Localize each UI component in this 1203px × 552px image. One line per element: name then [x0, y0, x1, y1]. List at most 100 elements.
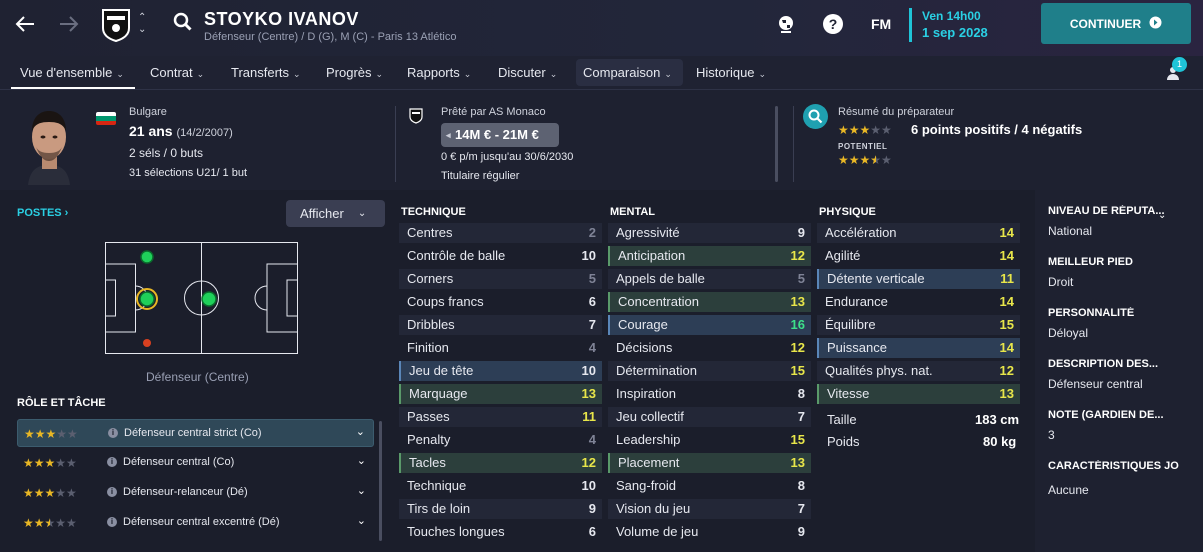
attribute-row[interactable]: Décisions 12 [608, 338, 811, 358]
attribute-name: Tirs de loin [407, 501, 471, 516]
roles-scrollbar[interactable] [379, 421, 382, 541]
loan-info[interactable]: Prêté par AS Monaco [441, 106, 546, 118]
role-row[interactable]: ★★★★★ i Défenseur central strict (Co) ⌄ [17, 419, 374, 447]
chevron-down-icon[interactable]: ⌄ [1158, 210, 1166, 221]
tab-overview[interactable]: Vue d'ensemble ⌄ [20, 65, 124, 80]
attribute-row[interactable]: Agilité 14 [817, 246, 1020, 266]
tab-transfers[interactable]: Transferts ⌄ [231, 65, 301, 80]
positions-link[interactable]: POSTES › [17, 207, 68, 219]
attribute-value: 4 [588, 340, 596, 355]
chevron-down-icon[interactable]: ⌄ [357, 514, 366, 527]
display-dropdown[interactable]: Afficher ⌄ [286, 200, 385, 227]
technique-header: TECHNIQUE [401, 206, 466, 218]
info-icon[interactable]: i [107, 487, 117, 497]
position-dot-dc[interactable] [139, 291, 155, 307]
attribute-row[interactable]: Volume de jeu 9 [608, 522, 811, 542]
attribute-row[interactable]: Coups francs 6 [399, 292, 602, 312]
attribute-value: 9 [588, 501, 596, 516]
attribute-row[interactable]: Inspiration 8 [608, 384, 811, 404]
attribute-row[interactable]: Endurance 14 [817, 292, 1020, 312]
help-icon[interactable]: ? [822, 13, 844, 35]
back-arrow-icon[interactable] [11, 10, 39, 38]
attribute-row[interactable]: Finition 4 [399, 338, 602, 358]
attribute-name: Équilibre [825, 317, 876, 332]
attribute-row[interactable]: Corners 5 [399, 269, 602, 289]
attribute-row[interactable]: Tacles 12 [399, 453, 602, 473]
fm-menu-button[interactable]: FM [871, 16, 891, 32]
attribute-value: 15 [790, 363, 805, 378]
attribute-row[interactable]: Courage 16 [608, 315, 811, 335]
chevron-down-icon[interactable]: ⌄ [357, 484, 366, 497]
info-icon[interactable]: i [107, 517, 117, 527]
attribute-row[interactable]: Touches longues 6 [399, 522, 602, 542]
attribute-row[interactable]: Détermination 15 [608, 361, 811, 381]
attribute-row[interactable]: Leadership 15 [608, 430, 811, 450]
attribute-row[interactable]: Équilibre 15 [817, 315, 1020, 335]
role-row[interactable]: ★★★★★★ i Défenseur central excentré (Dé)… [17, 509, 374, 537]
attribute-row[interactable]: Technique 10 [399, 476, 602, 496]
chevron-down-icon[interactable]: ⌄ [356, 425, 365, 438]
tab-contract[interactable]: Contrat ⌄ [150, 65, 204, 80]
tab-discuss[interactable]: Discuter ⌄ [498, 65, 557, 80]
scout-search-icon[interactable] [803, 104, 828, 129]
role-name: Défenseur central excentré (Dé) [123, 516, 280, 528]
attribute-row[interactable]: Concentration 13 [608, 292, 811, 312]
continue-button[interactable]: CONTINUER [1041, 3, 1191, 44]
attribute-row[interactable]: Agressivité 9 [608, 223, 811, 243]
position-dot-dr[interactable] [143, 339, 151, 347]
attribute-row[interactable]: Jeu de tête 10 [399, 361, 602, 381]
loan-club-crest-icon[interactable] [409, 108, 423, 127]
nationality[interactable]: Bulgare [129, 106, 167, 118]
attribute-row[interactable]: Puissance 14 [817, 338, 1020, 358]
tab-reports[interactable]: Rapports ⌄ [407, 65, 471, 80]
search-icon[interactable] [173, 12, 193, 35]
notification-badge: 1 [1172, 57, 1187, 72]
attribute-value: 13 [999, 386, 1014, 401]
attribute-name: Volume de jeu [616, 524, 699, 539]
tab-comparison[interactable]: Comparaison ⌄ [583, 65, 672, 80]
attribute-row[interactable]: Anticipation 12 [608, 246, 811, 266]
player-switch-chevrons[interactable]: ⌃ ⌄ [138, 12, 146, 36]
attribute-row[interactable]: Accélération 14 [817, 223, 1020, 243]
transfer-value[interactable]: ◂ 14M € - 21M € [441, 123, 559, 147]
forward-arrow-icon[interactable] [55, 10, 83, 38]
attribute-row[interactable]: Tirs de loin 9 [399, 499, 602, 519]
scrollbar[interactable] [775, 106, 778, 182]
game-date: 1 sep 2028 [922, 25, 988, 40]
info-icon[interactable]: i [108, 428, 118, 438]
attribute-row[interactable]: Dribbles 7 [399, 315, 602, 335]
mental-header: MENTAL [610, 206, 656, 218]
attribute-row[interactable]: Qualités phys. nat. 12 [817, 361, 1020, 381]
attribute-row[interactable]: Penalty 4 [399, 430, 602, 450]
tab-history[interactable]: Historique ⌄ [696, 65, 766, 80]
attribute-row[interactable]: Vitesse 13 [817, 384, 1020, 404]
divider [793, 106, 794, 182]
position-dot-mc[interactable] [201, 291, 217, 307]
attribute-row[interactable]: Placement 13 [608, 453, 811, 473]
role-row[interactable]: ★★★★★ i Défenseur central (Co) ⌄ [17, 449, 374, 477]
attribute-row[interactable]: Sang-froid 8 [608, 476, 811, 496]
attribute-row[interactable]: Vision du jeu 7 [608, 499, 811, 519]
attribute-row[interactable]: Appels de balle 5 [608, 269, 811, 289]
role-name: Défenseur central (Co) [123, 456, 235, 468]
rating-header: NOTE (GARDIEN DE... [1048, 409, 1164, 421]
position-label: Défenseur (Centre) [146, 370, 249, 384]
attribute-name: Agressivité [616, 225, 680, 240]
attribute-row[interactable]: Passes 11 [399, 407, 602, 427]
role-row[interactable]: ★★★★★ i Défenseur-relanceur (Dé) ⌄ [17, 479, 374, 507]
attribute-name: Vitesse [827, 386, 870, 401]
globe-icon[interactable] [775, 13, 797, 35]
attribute-row[interactable]: Centres 2 [399, 223, 602, 243]
attribute-row[interactable]: Contrôle de balle 10 [399, 246, 602, 266]
tab-progress[interactable]: Progrès ⌄ [326, 65, 383, 80]
attribute-row[interactable]: Détente verticale 11 [817, 269, 1020, 289]
position-dot-dl[interactable] [140, 250, 154, 264]
attribute-row[interactable]: Marquage 13 [399, 384, 602, 404]
attribute-value: 6 [588, 294, 596, 309]
info-icon[interactable]: i [107, 457, 117, 467]
attribute-value: 14 [999, 248, 1014, 263]
attribute-row[interactable]: Jeu collectif 7 [608, 407, 811, 427]
chevron-down-icon[interactable]: ⌄ [357, 454, 366, 467]
club-crest-icon[interactable] [101, 8, 131, 43]
media-description-value: Défenseur central [1048, 377, 1143, 391]
